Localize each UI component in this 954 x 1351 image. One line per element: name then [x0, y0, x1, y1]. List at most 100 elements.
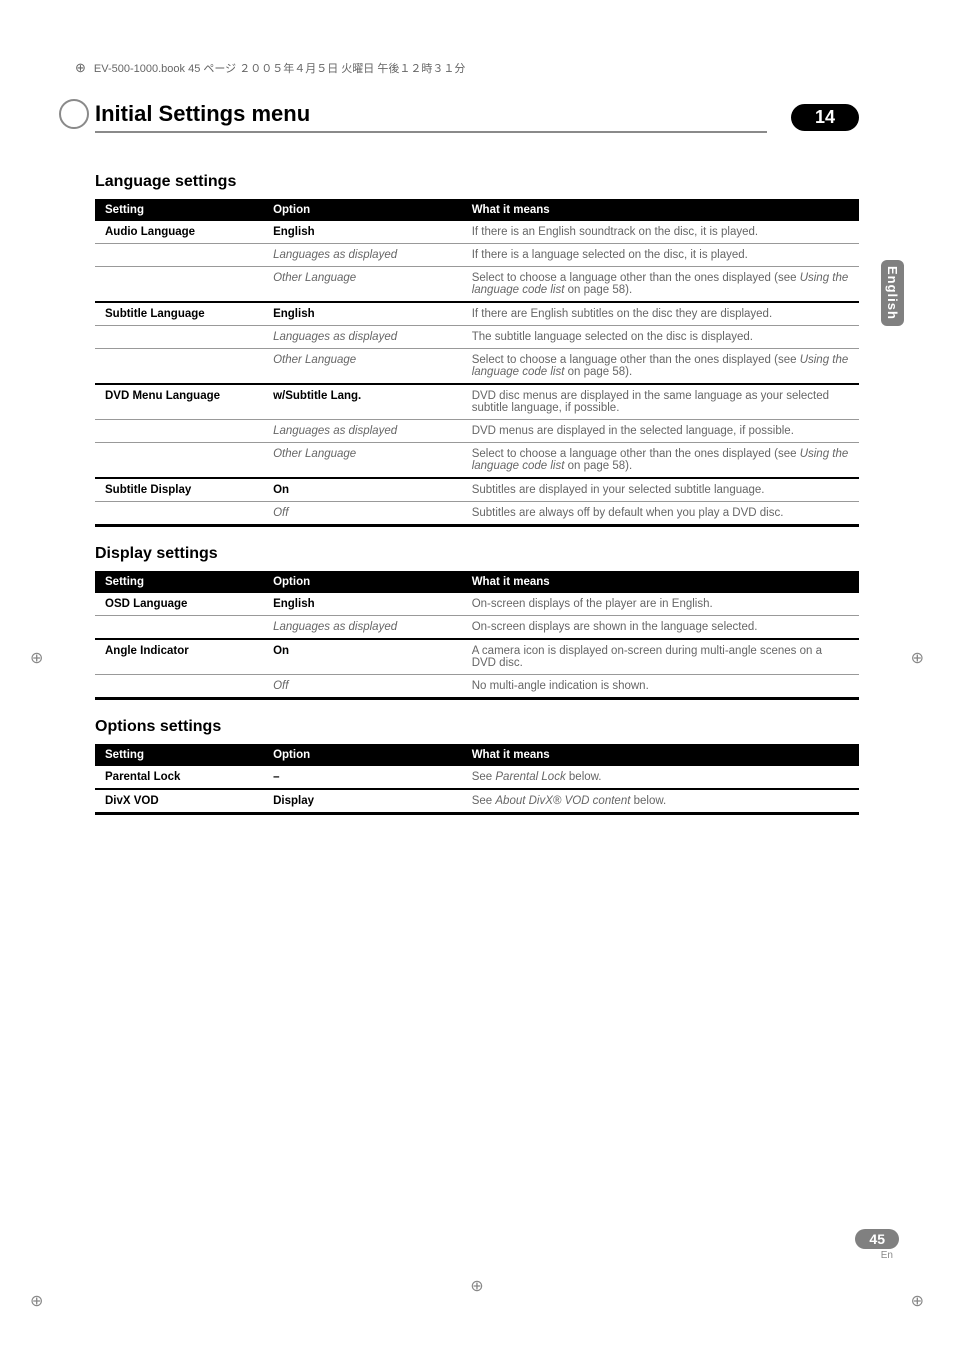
- setting-cell: DivX VOD: [95, 789, 263, 814]
- option-cell: Other Language: [263, 267, 462, 303]
- setting-cell: Subtitle Display: [95, 478, 263, 502]
- meaning-cell: Select to choose a language other than t…: [462, 443, 859, 479]
- meaning-cell: If there are English subtitles on the di…: [462, 302, 859, 326]
- setting-cell: OSD Language: [95, 593, 263, 616]
- display-settings-table: Setting Option What it means OSD Languag…: [95, 571, 859, 700]
- setting-cell: [95, 244, 263, 267]
- crosshair-icon: ⊕: [911, 1291, 924, 1311]
- option-cell: On: [263, 639, 462, 675]
- option-cell: Languages as displayed: [263, 420, 462, 443]
- table-row: Subtitle DisplayOnSubtitles are displaye…: [95, 478, 859, 502]
- table-row: Other LanguageSelect to choose a languag…: [95, 349, 859, 385]
- doc-header-text: EV-500-1000.book 45 ページ ２００５年４月５日 火曜日 午後…: [94, 60, 465, 76]
- language-rows: Audio LanguageEnglishIf there is an Engl…: [95, 221, 859, 526]
- setting-cell: Parental Lock: [95, 766, 263, 789]
- table-row: Other LanguageSelect to choose a languag…: [95, 267, 859, 303]
- table-row: OSD LanguageEnglishOn-screen displays of…: [95, 593, 859, 616]
- language-settings-table: Setting Option What it means Audio Langu…: [95, 199, 859, 527]
- table-row: DivX VODDisplaySee About DivX® VOD conte…: [95, 789, 859, 814]
- option-cell: English: [263, 302, 462, 326]
- meaning-cell: See Parental Lock below.: [462, 766, 859, 789]
- crosshair-icon: ⊕: [30, 1291, 43, 1311]
- meaning-cell: See About DivX® VOD content below.: [462, 789, 859, 814]
- meaning-cell: If there is a language selected on the d…: [462, 244, 859, 267]
- table-row: OffNo multi-angle indication is shown.: [95, 675, 859, 699]
- option-cell: Off: [263, 502, 462, 526]
- option-cell: Other Language: [263, 349, 462, 385]
- meaning-cell: If there is an English soundtrack on the…: [462, 221, 859, 244]
- meaning-cell: DVD disc menus are displayed in the same…: [462, 384, 859, 420]
- crosshair-icon: ⊕: [75, 60, 86, 76]
- footer-lang: En: [855, 1250, 899, 1261]
- meaning-cell: Subtitles are displayed in your selected…: [462, 478, 859, 502]
- display-settings-heading: Display settings: [95, 545, 859, 563]
- display-rows: OSD LanguageEnglishOn-screen displays of…: [95, 593, 859, 699]
- table-row: Audio LanguageEnglishIf there is an Engl…: [95, 221, 859, 244]
- setting-cell: Subtitle Language: [95, 302, 263, 326]
- col-option: Option: [263, 571, 462, 593]
- option-cell: Languages as displayed: [263, 326, 462, 349]
- meaning-cell: On-screen displays are shown in the lang…: [462, 616, 859, 640]
- setting-cell: [95, 420, 263, 443]
- option-cell: Display: [263, 789, 462, 814]
- setting-cell: Angle Indicator: [95, 639, 263, 675]
- options-settings-table: Setting Option What it means Parental Lo…: [95, 744, 859, 815]
- meaning-cell: Select to choose a language other than t…: [462, 349, 859, 385]
- table-row: DVD Menu Languagew/Subtitle Lang.DVD dis…: [95, 384, 859, 420]
- language-settings-heading: Language settings: [95, 173, 859, 191]
- col-option: Option: [263, 199, 462, 221]
- setting-cell: DVD Menu Language: [95, 384, 263, 420]
- setting-cell: Audio Language: [95, 221, 263, 244]
- setting-cell: [95, 616, 263, 640]
- setting-cell: [95, 267, 263, 303]
- option-cell: Other Language: [263, 443, 462, 479]
- setting-cell: [95, 502, 263, 526]
- option-cell: –: [263, 766, 462, 789]
- crosshair-icon: ⊕: [911, 648, 924, 668]
- table-row: Languages as displayedIf there is a lang…: [95, 244, 859, 267]
- option-cell: w/Subtitle Lang.: [263, 384, 462, 420]
- option-cell: On: [263, 478, 462, 502]
- chapter-number: 14: [791, 104, 859, 131]
- language-side-tab: English: [881, 260, 904, 326]
- setting-cell: [95, 675, 263, 699]
- option-cell: Off: [263, 675, 462, 699]
- option-cell: English: [263, 593, 462, 616]
- col-setting: Setting: [95, 744, 263, 766]
- table-row: Other LanguageSelect to choose a languag…: [95, 443, 859, 479]
- table-row: OffSubtitles are always off by default w…: [95, 502, 859, 526]
- option-cell: Languages as displayed: [263, 244, 462, 267]
- options-settings-heading: Options settings: [95, 718, 859, 736]
- col-setting: Setting: [95, 571, 263, 593]
- options-rows: Parental Lock–See Parental Lock below.Di…: [95, 766, 859, 814]
- crosshair-icon: ⊕: [470, 1276, 483, 1296]
- table-row: Languages as displayedOn-screen displays…: [95, 616, 859, 640]
- meaning-cell: DVD menus are displayed in the selected …: [462, 420, 859, 443]
- meaning-cell: Select to choose a language other than t…: [462, 267, 859, 303]
- page-footer: 45 En: [855, 1229, 899, 1261]
- meaning-cell: The subtitle language selected on the di…: [462, 326, 859, 349]
- table-row: Angle IndicatorOnA camera icon is displa…: [95, 639, 859, 675]
- doc-header-line: ⊕ EV-500-1000.book 45 ページ ２００５年４月５日 火曜日 …: [75, 60, 859, 76]
- table-row: Parental Lock–See Parental Lock below.: [95, 766, 859, 789]
- meaning-cell: A camera icon is displayed on-screen dur…: [462, 639, 859, 675]
- col-meaning: What it means: [462, 571, 859, 593]
- meaning-cell: No multi-angle indication is shown.: [462, 675, 859, 699]
- page: ⊕ EV-500-1000.book 45 ページ ２００５年４月５日 火曜日 …: [0, 0, 954, 1351]
- setting-cell: [95, 349, 263, 385]
- setting-cell: [95, 443, 263, 479]
- col-meaning: What it means: [462, 199, 859, 221]
- page-number: 45: [855, 1229, 899, 1249]
- setting-cell: [95, 326, 263, 349]
- option-cell: Languages as displayed: [263, 616, 462, 640]
- meaning-cell: Subtitles are always off by default when…: [462, 502, 859, 526]
- table-row: Languages as displayedThe subtitle langu…: [95, 326, 859, 349]
- meaning-cell: On-screen displays of the player are in …: [462, 593, 859, 616]
- table-row: Subtitle LanguageEnglishIf there are Eng…: [95, 302, 859, 326]
- col-setting: Setting: [95, 199, 263, 221]
- chapter-title: Initial Settings menu: [95, 101, 767, 133]
- table-row: Languages as displayedDVD menus are disp…: [95, 420, 859, 443]
- option-cell: English: [263, 221, 462, 244]
- col-option: Option: [263, 744, 462, 766]
- crosshair-icon: ⊕: [30, 648, 43, 668]
